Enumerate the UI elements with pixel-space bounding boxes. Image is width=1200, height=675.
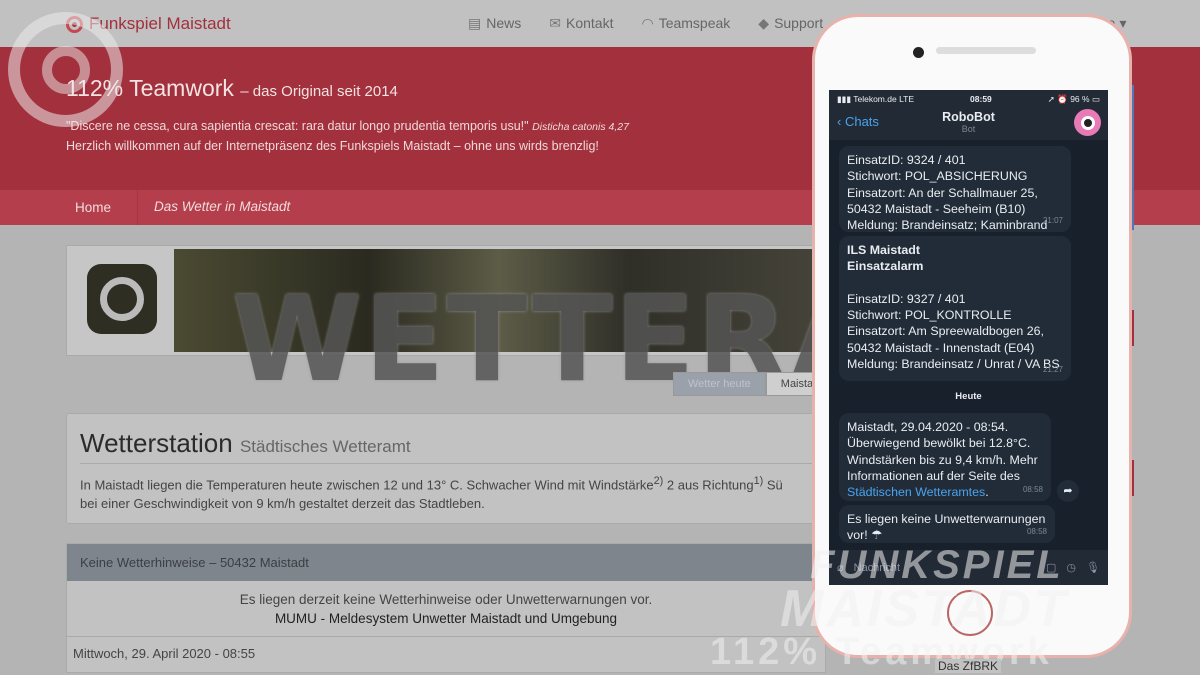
station-subtitle: Städtisches Wetteramt xyxy=(239,437,411,456)
carrier: ▮▮▮ Telekom.de LTE xyxy=(837,94,915,104)
sticker-icon[interactable]: ▢ xyxy=(1046,561,1056,574)
message-line xyxy=(847,275,1063,291)
station-title: Wetterstation Städtisches Wetteramt xyxy=(80,428,411,459)
headset-icon: ◠ xyxy=(641,15,654,31)
message-line: Einsatzort: An der Schallmauer 25, xyxy=(847,185,1038,200)
message-line: Stichwort: POL_ABSICHERUNG xyxy=(847,169,1028,184)
wetteramt-link[interactable]: Städtischen Wetteramtes xyxy=(847,485,985,499)
message-line: 50432 Maistadt - Seeheim (B10) xyxy=(847,201,1026,216)
message-input-bar: ⌀ Nachricht ▢ ◷ 🎙 xyxy=(829,550,1108,585)
quote-text: "Discere ne cessa, cura sapientia cresca… xyxy=(66,119,529,133)
home-button[interactable] xyxy=(947,590,993,636)
message: ILS Maistadt Einsatzalarm EinsatzID: 9327… xyxy=(839,236,1071,381)
hero-subtitle: – das Original seit 2014 xyxy=(240,83,398,100)
nav-label: Support xyxy=(774,15,824,31)
bot-avatar[interactable] xyxy=(1074,109,1101,136)
nav-label: Teamspeak xyxy=(658,15,731,31)
message: EinsatzID: 9324 / 401 Stichwort: POL_ABSI… xyxy=(839,146,1071,232)
message-line: Meldung: Brandeinsatz; Kaminbrand xyxy=(847,218,1048,233)
text: bei einer Geschwindigkeit von 9 km/h ges… xyxy=(80,496,485,512)
brand-name: Funkspiel Maistadt xyxy=(89,14,231,33)
divider xyxy=(80,463,820,464)
message: Es liegen keine Unwetterwarnungen vor! ☂ 0… xyxy=(839,505,1055,543)
message-time: 21:07 xyxy=(1042,215,1063,225)
hero-quote: "Discere ne cessa, cura sapientia cresca… xyxy=(66,117,629,156)
warnings-header: Keine Wetterhinweise – 50432 Maistadt xyxy=(67,544,825,581)
message-line: Maistadt, 29.04.2020 - 08:54. xyxy=(847,420,1009,434)
day-separator: Heute xyxy=(955,391,982,402)
clock: 08:59 xyxy=(970,94,992,104)
message-line: vor! ☂ xyxy=(847,528,883,543)
message-line: EinsatzID: 9327 / 401 xyxy=(847,291,966,306)
message-line: Einsatzalarm xyxy=(847,259,924,274)
newspaper-icon: ▤ xyxy=(468,15,482,31)
message-time: 08:58 xyxy=(1022,484,1043,494)
forward-icon[interactable]: ➦ xyxy=(1057,480,1079,502)
breadcrumb-separator xyxy=(124,190,138,225)
camera-icon xyxy=(913,47,924,58)
timer-icon[interactable]: ◷ xyxy=(1066,561,1076,574)
message-line: Meldung: Brandeinsatz / Unrat / VA BS xyxy=(847,357,1060,372)
envelope-icon: ✉ xyxy=(549,15,561,31)
warnings-panel: Keine Wetterhinweise – 50432 Maistadt Es… xyxy=(66,543,826,673)
message-time: 08:58 xyxy=(1026,526,1047,536)
nav-teamspeak[interactable]: ◠ Teamspeak xyxy=(641,15,730,32)
message-line: Windstärken bis zu 9,4 km/h. Mehr xyxy=(847,452,1038,467)
breadcrumb-current: Das Wetter in Maistadt xyxy=(154,199,291,214)
telegram-screen: ▮▮▮ Telekom.de LTE 08:59 ➚ ⏰ 96 % ▭ ‹ Chat… xyxy=(829,90,1108,585)
text: 2 aus Richtung xyxy=(663,477,754,493)
breadcrumb-home[interactable]: Home xyxy=(75,200,111,215)
station-text: In Maistadt liegen die Temperaturen heut… xyxy=(80,472,820,513)
station-title-text: Wetterstation xyxy=(80,428,233,458)
message: Maistadt, 29.04.2020 - 08:54. Überwiegend… xyxy=(839,413,1051,501)
nav-support[interactable]: ◆ Support xyxy=(758,15,823,32)
welcome-text: Herzlich willkommen auf der Internetpräs… xyxy=(66,139,599,153)
warnings-text: Es liegen derzeit keine Wetterhinweise o… xyxy=(239,592,653,607)
nav-label: News xyxy=(486,15,522,31)
warnings-body: Es liegen derzeit keine Wetterhinweise o… xyxy=(67,581,825,637)
status-bar: ▮▮▮ Telekom.de LTE 08:59 ➚ ⏰ 96 % ▭ xyxy=(837,94,1100,105)
nav-news[interactable]: ▤ News xyxy=(468,15,521,32)
nav-kontakt[interactable]: ✉ Kontakt xyxy=(549,15,613,32)
message-time: 21:27 xyxy=(1042,364,1063,374)
mumu-text: MUMU - Meldesystem Unwetter Maistadt und… xyxy=(274,611,618,626)
message-line: Informationen auf der Seite des xyxy=(847,468,1020,483)
message-line: EinsatzID: 9324 / 401 xyxy=(847,153,966,167)
warnings-footer: Mittwoch, 29. April 2020 - 08:55 xyxy=(73,646,256,661)
footnote-ref[interactable]: 2) xyxy=(654,475,664,487)
message-line: 50432 Maistadt - Innenstadt (E04) xyxy=(847,340,1035,355)
microphone-icon[interactable]: 🎙 xyxy=(1086,561,1100,574)
chat-subtitle: Bot xyxy=(961,124,976,134)
battery-icon: ➚ ⏰ 96 % ▭ xyxy=(1047,94,1100,104)
message-line: ILS Maistadt xyxy=(847,243,920,257)
text: Sü xyxy=(763,477,783,493)
wetteramt-logo xyxy=(87,264,157,334)
message-line: Es liegen keine Unwetterwarnungen xyxy=(847,512,1046,526)
nav-label: Kontakt xyxy=(565,15,614,31)
logo-watermark-icon xyxy=(8,12,123,127)
message-input[interactable]: Nachricht xyxy=(854,562,1036,574)
text: . xyxy=(985,485,989,500)
message-line: Überwiegend bewölkt bei 12.8°C. xyxy=(847,436,1031,451)
message-line: Stichwort: POL_KONTROLLE xyxy=(847,308,1012,323)
attach-icon[interactable]: ⌀ xyxy=(837,561,844,574)
weather-station-card: Wetterstation Städtisches Wetteramt In M… xyxy=(66,413,826,524)
speaker-slot xyxy=(936,47,1036,54)
tab-wetter-heute[interactable]: Wetter heute xyxy=(673,372,766,396)
footnote-ref[interactable]: 1) xyxy=(754,475,764,487)
message-line: Einsatzort: Am Spreewaldbogen 26, xyxy=(847,324,1044,339)
text: In Maistadt liegen die Temperaturen heut… xyxy=(80,477,654,493)
ticket-icon: ◆ xyxy=(758,15,770,31)
chat-title: RoboBot xyxy=(942,110,995,124)
quote-source: Disticha catonis 4,27 xyxy=(532,121,629,133)
sidebar-link-zfbrk[interactable]: Das ZfBRK xyxy=(935,659,1002,673)
